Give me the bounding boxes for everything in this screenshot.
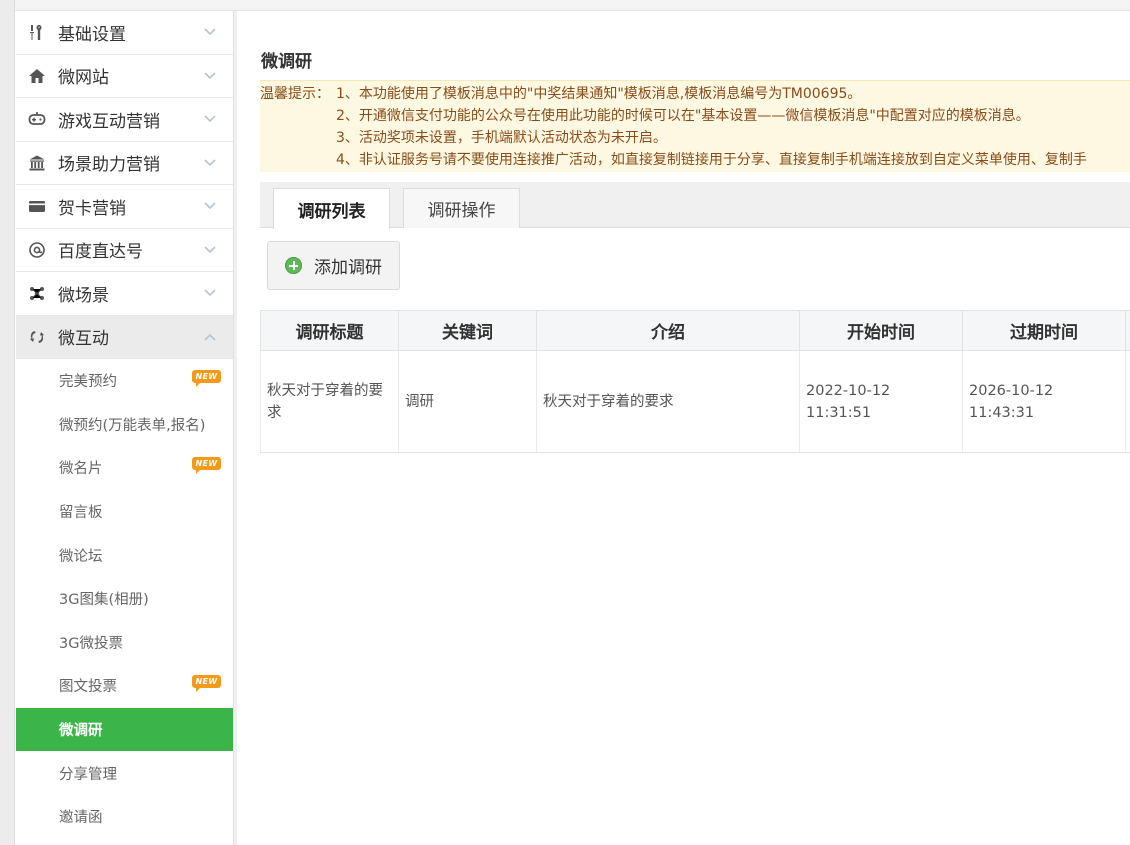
sidebar-item-label: 微预约(万能表单,报名) <box>59 417 206 434</box>
chevron-down-icon <box>203 156 217 170</box>
column-header-start-time: 开始时间 <box>799 310 963 351</box>
sidebar-group-micro-scene[interactable]: 微场景 <box>16 272 233 316</box>
sidebar-group-card-marketing[interactable]: 贺卡营销 <box>16 185 233 229</box>
sidebar: 基础设置 微网站 游戏互动营销 场景助力营销 贺卡营销 百度直达号 微场景 微互… <box>16 11 234 845</box>
sidebar-item-perfect-booking[interactable]: 完美预约 NEW <box>16 359 233 403</box>
sidebar-group-label: 场景助力营销 <box>58 155 160 176</box>
interact-icon <box>26 326 48 348</box>
home-icon <box>26 65 48 87</box>
survey-table: 调研标题 关键词 介绍 开始时间 过期时间 秋天对于穿着的要求 调研 秋天对于穿… <box>260 310 1130 453</box>
sidebar-group-label: 贺卡营销 <box>58 198 126 219</box>
bank-icon <box>26 152 48 174</box>
sidebar-group-label: 游戏互动营销 <box>58 111 160 132</box>
sidebar-group-scene-marketing[interactable]: 场景助力营销 <box>16 141 233 185</box>
new-badge: NEW <box>192 457 221 475</box>
notice-line: 2、开通微信支付功能的公众号在使用此功能的时候可以在"基本设置——微信模板消息"… <box>336 108 1030 124</box>
main-content: 微调研 温馨提示： 1、本功能使用了模板消息中的"中奖结果通知"模板消息,模板消… <box>237 11 1130 845</box>
cell-extra <box>1125 350 1130 453</box>
tab-survey-list[interactable]: 调研列表 <box>273 188 390 229</box>
cell-title: 秋天对于穿着的要求 <box>260 350 399 453</box>
column-header-keyword: 关键词 <box>398 310 537 351</box>
chevron-down-icon <box>203 243 217 257</box>
column-header-intro: 介绍 <box>536 310 800 351</box>
sidebar-item-image-vote[interactable]: 图文投票 NEW <box>16 664 233 708</box>
frame-top-strip <box>15 0 1130 11</box>
tools-icon <box>26 21 48 43</box>
chevron-down-icon <box>203 112 217 126</box>
cell-start-time: 2022-10-12 11:31:51 <box>799 350 963 453</box>
sidebar-group-label: 微网站 <box>58 68 109 89</box>
sidebar-item-micro-booking[interactable]: 微预约(万能表单,报名) <box>16 402 233 447</box>
column-header-expire-time: 过期时间 <box>962 310 1126 351</box>
plus-circle-icon <box>285 257 302 274</box>
sidebar-item-label: 微名片 <box>59 461 103 478</box>
chevron-down-icon <box>203 69 217 83</box>
table-header-row: 调研标题 关键词 介绍 开始时间 过期时间 <box>260 310 1130 351</box>
sidebar-item-label: 图文投票 <box>59 679 117 696</box>
sidebar-item-business-card[interactable]: 微名片 NEW <box>16 446 233 490</box>
sidebar-item-label: 3G微投票 <box>59 635 123 652</box>
chevron-up-icon <box>203 330 217 344</box>
molecule-icon <box>26 282 48 304</box>
cell-expire-time: 2026-10-12 11:43:31 <box>962 350 1126 453</box>
gamepad-icon <box>26 108 48 130</box>
sidebar-item-survey[interactable]: 微调研 <box>16 707 233 752</box>
sidebar-item-label: 3G图集(相册) <box>59 592 149 609</box>
sidebar-item-message-board[interactable]: 留言板 <box>16 489 233 534</box>
column-header-title: 调研标题 <box>260 310 399 351</box>
notice-lead: 温馨提示： <box>260 86 330 102</box>
sidebar-item-label: 微论坛 <box>59 548 103 565</box>
add-survey-button[interactable]: 添加调研 <box>267 241 400 290</box>
sidebar-item-invitation[interactable]: 邀请函 <box>16 794 233 839</box>
sidebar-item-forum[interactable]: 微论坛 <box>16 533 233 577</box>
sidebar-item-share-management[interactable]: 分享管理 <box>16 751 233 795</box>
sidebar-group-label: 微互动 <box>58 329 109 350</box>
chevron-down-icon <box>203 25 217 39</box>
sidebar-item-label: 完美预约 <box>59 374 117 391</box>
add-survey-label: 添加调研 <box>314 258 382 278</box>
sidebar-group-label: 基础设置 <box>58 24 126 45</box>
tab-survey-operation[interactable]: 调研操作 <box>403 188 520 228</box>
tab-bar: 调研列表 调研操作 <box>260 182 1130 229</box>
sidebar-item-label: 邀请函 <box>59 810 103 827</box>
card-icon <box>26 195 48 217</box>
notice-line: 1、本功能使用了模板消息中的"中奖结果通知"模板消息,模板消息编号为TM0069… <box>336 86 862 102</box>
notice-box: 温馨提示： 1、本功能使用了模板消息中的"中奖结果通知"模板消息,模板消息编号为… <box>260 80 1130 172</box>
frame-left-strip <box>0 0 15 845</box>
new-badge: NEW <box>192 370 221 387</box>
sidebar-item-label: 留言板 <box>59 505 103 522</box>
sidebar-item-vote[interactable]: 3G微投票 <box>16 620 233 665</box>
chevron-down-icon <box>203 286 217 300</box>
column-header-extra <box>1125 310 1130 351</box>
sidebar-group-micro-interaction[interactable]: 微互动 <box>16 315 233 359</box>
new-badge: NEW <box>192 675 221 693</box>
cell-keyword: 调研 <box>398 350 537 453</box>
sidebar-group-baidu[interactable]: 百度直达号 <box>16 228 233 272</box>
sidebar-item-label: 分享管理 <box>59 766 117 783</box>
sidebar-group-label: 微场景 <box>58 285 109 306</box>
notice-line: 3、活动奖项未设置，手机端默认活动状态为未开启。 <box>336 130 667 146</box>
cell-intro: 秋天对于穿着的要求 <box>536 350 800 453</box>
at-icon <box>26 239 48 261</box>
sidebar-group-label: 百度直达号 <box>58 242 143 263</box>
page-title: 微调研 <box>261 52 312 72</box>
sidebar-item-gallery[interactable]: 3G图集(相册) <box>16 576 233 621</box>
sidebar-item-label: 微调研 <box>59 723 103 740</box>
sidebar-group-basic-settings[interactable]: 基础设置 <box>16 11 233 55</box>
chevron-down-icon <box>203 199 217 213</box>
notice-line: 4、非认证服务号请不要使用连接推广活动，如直接复制链接用于分享、直接复制手机端连… <box>336 152 1087 168</box>
sidebar-group-micro-site[interactable]: 微网站 <box>16 54 233 98</box>
table-row[interactable]: 秋天对于穿着的要求 调研 秋天对于穿着的要求 2022-10-12 11:31:… <box>260 350 1130 453</box>
sidebar-group-game-marketing[interactable]: 游戏互动营销 <box>16 98 233 142</box>
